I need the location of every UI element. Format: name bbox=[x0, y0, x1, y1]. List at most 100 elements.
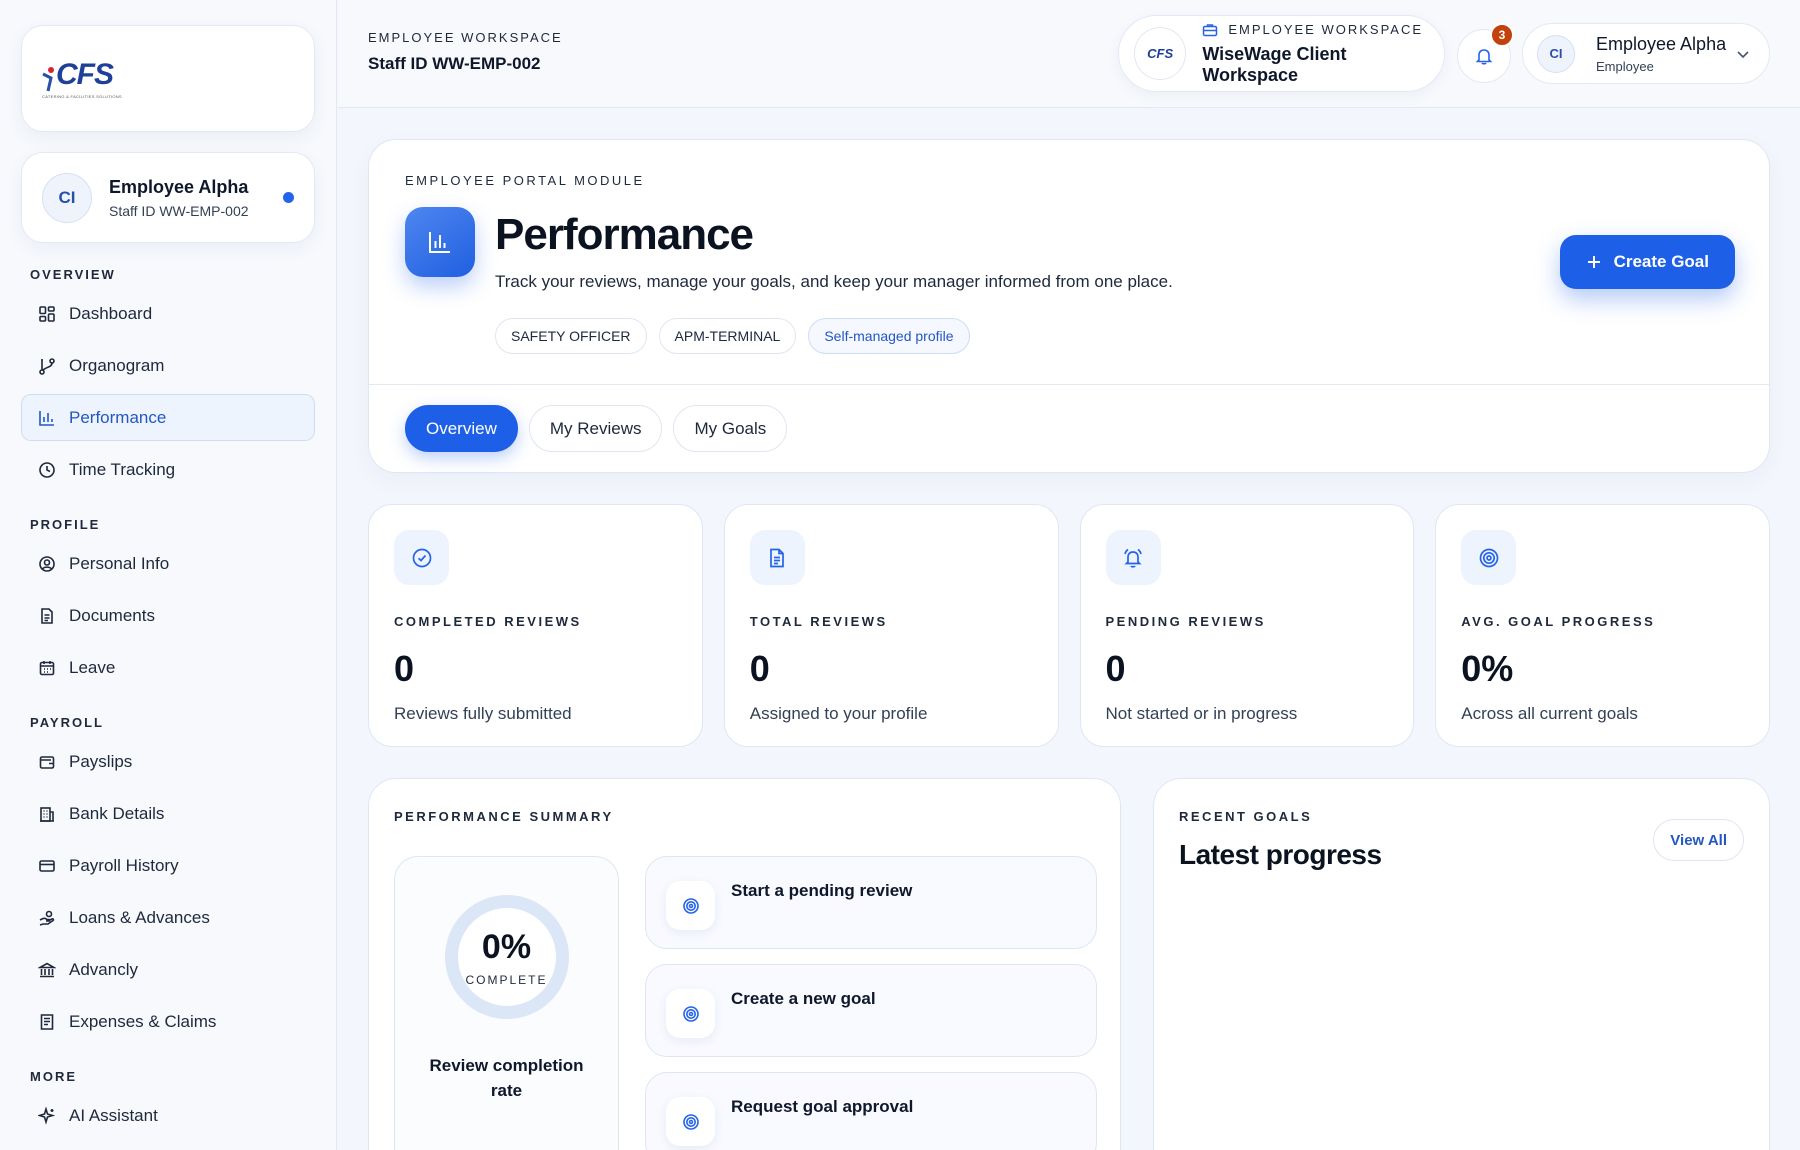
bell-icon bbox=[1475, 49, 1493, 65]
recent-goals-card: RECENT GOALS Latest progress View All bbox=[1153, 778, 1770, 1150]
calendar-icon bbox=[37, 658, 57, 678]
workspace-eyebrow: EMPLOYEE WORKSPACE bbox=[1228, 22, 1424, 37]
section-label-overview: OVERVIEW bbox=[30, 267, 116, 282]
topbar-eyebrow: EMPLOYEE WORKSPACE bbox=[368, 30, 563, 45]
action-request-goal-approval[interactable]: Request goal approval bbox=[645, 1072, 1097, 1150]
tab-overview[interactable]: Overview bbox=[405, 405, 518, 452]
sidebar-item-label: Leave bbox=[69, 657, 116, 677]
summary-eyebrow: PERFORMANCE SUMMARY bbox=[394, 809, 614, 824]
stat-description: Reviews fully submitted bbox=[394, 704, 572, 723]
sidebar-item-label: Personal Info bbox=[69, 553, 170, 573]
stat-total-reviews: TOTAL REVIEWS 0 Assigned to your profile bbox=[723, 504, 1059, 747]
sidebar-item-label: Loans & Advances bbox=[69, 907, 210, 927]
sidebar-item-label: Bank Details bbox=[69, 803, 165, 823]
receipt-icon bbox=[37, 1012, 57, 1032]
sidebar-item-leave[interactable]: Leave bbox=[21, 644, 315, 691]
profile-name: Employee Alpha bbox=[109, 176, 249, 197]
stat-description: Across all current goals bbox=[1461, 704, 1638, 723]
sidebar-item-label: Performance bbox=[69, 407, 167, 427]
stat-description: Assigned to your profile bbox=[749, 704, 928, 723]
target-icon bbox=[666, 1097, 715, 1146]
sidebar-item-loans[interactable]: Loans & Advances bbox=[21, 894, 315, 941]
performance-header-card: EMPLOYEE PORTAL MODULE Performance Track… bbox=[368, 139, 1770, 473]
logo-card[interactable]: CFS CATERING & FACILITIES SOLUTIONS bbox=[21, 25, 315, 132]
sidebar-item-advancly[interactable]: Advancly bbox=[21, 946, 315, 993]
completion-ring: 0% COMPLETE bbox=[444, 895, 569, 1019]
online-status-dot bbox=[283, 192, 294, 203]
logo-figure-icon bbox=[42, 67, 54, 92]
sidebar-item-time-tracking[interactable]: Time Tracking bbox=[21, 446, 315, 493]
performance-summary-card: PERFORMANCE SUMMARY 0% COMPLETE Review c… bbox=[368, 778, 1121, 1150]
stat-label: AVG. GOAL PROGRESS bbox=[1461, 614, 1656, 629]
section-label-profile: PROFILE bbox=[30, 517, 101, 532]
target-icon bbox=[1461, 530, 1517, 585]
bar-chart-icon bbox=[405, 207, 475, 277]
tab-my-reviews[interactable]: My Reviews bbox=[528, 405, 663, 452]
sidebar: CFS CATERING & FACILITIES SOLUTIONS CI E… bbox=[0, 0, 337, 1150]
top-bar: EMPLOYEE WORKSPACE Staff ID WW-EMP-002 C… bbox=[338, 0, 1800, 108]
sidebar-item-label: Expenses & Claims bbox=[69, 1011, 217, 1031]
action-start-pending-review[interactable]: Start a pending review bbox=[645, 856, 1097, 949]
document-icon bbox=[37, 606, 57, 626]
user-circle-icon bbox=[37, 554, 57, 574]
sparkles-icon bbox=[37, 1106, 57, 1126]
role-chip: SAFETY OFFICER bbox=[495, 318, 647, 354]
sidebar-item-dashboard[interactable]: Dashboard bbox=[21, 290, 315, 337]
stat-avg-goal-progress: AVG. GOAL PROGRESS 0% Across all current… bbox=[1435, 504, 1770, 747]
sidebar-item-payroll-history[interactable]: Payroll History bbox=[21, 842, 315, 889]
view-all-button[interactable]: View All bbox=[1653, 819, 1744, 861]
sidebar-item-personal-info[interactable]: Personal Info bbox=[21, 540, 315, 587]
create-goal-button[interactable]: Create Goal bbox=[1559, 235, 1735, 289]
target-icon bbox=[666, 989, 715, 1038]
stat-value: 0 bbox=[1105, 648, 1126, 689]
sidebar-item-expenses[interactable]: Expenses & Claims bbox=[21, 998, 315, 1045]
stat-completed-reviews: COMPLETED REVIEWS 0 Reviews fully submit… bbox=[368, 504, 703, 747]
notification-count-badge: 3 bbox=[1490, 23, 1514, 47]
user-role: Employee bbox=[1596, 58, 1654, 74]
module-eyebrow: EMPLOYEE PORTAL MODULE bbox=[405, 173, 645, 188]
bar-chart-icon bbox=[37, 408, 57, 428]
sidebar-item-payslips[interactable]: Payslips bbox=[21, 738, 315, 785]
performance-tabs: Overview My Reviews My Goals bbox=[405, 405, 788, 452]
workspace-switcher[interactable]: CFS EMPLOYEE WORKSPACE WiseWage Client W… bbox=[1118, 15, 1445, 92]
completion-rate-caption: COMPLETE bbox=[465, 972, 548, 987]
stat-description: Not started or in progress bbox=[1105, 704, 1298, 723]
hand-coins-icon bbox=[37, 908, 57, 928]
avatar: CI bbox=[42, 172, 92, 223]
bank-icon bbox=[37, 960, 57, 980]
topbar-staff-id: Staff ID WW-EMP-002 bbox=[368, 54, 541, 73]
user-name: Employee Alpha bbox=[1596, 33, 1727, 54]
user-menu[interactable]: CI Employee Alpha Employee bbox=[1522, 23, 1770, 84]
company-logo: CFS CATERING & FACILITIES SOLUTIONS bbox=[42, 58, 122, 99]
quick-actions: Start a pending review Create a new goal… bbox=[645, 856, 1097, 1150]
chevron-down-icon bbox=[1737, 50, 1749, 58]
sidebar-item-organogram[interactable]: Organogram bbox=[21, 342, 315, 389]
profile-staff-id: Staff ID WW-EMP-002 bbox=[109, 202, 249, 219]
dashboard-grid-icon bbox=[37, 304, 57, 324]
section-label-more: MORE bbox=[30, 1069, 77, 1084]
tab-my-goals[interactable]: My Goals bbox=[673, 405, 788, 452]
completion-rate-card: 0% COMPLETE Review completion rate bbox=[394, 856, 619, 1150]
action-title: Create a new goal bbox=[731, 989, 876, 1008]
sidebar-item-performance[interactable]: Performance bbox=[21, 394, 315, 441]
stat-label: PENDING REVIEWS bbox=[1105, 614, 1266, 629]
sidebar-profile-card[interactable]: CI Employee Alpha Staff ID WW-EMP-002 bbox=[21, 152, 315, 243]
completion-rate-value: 0% bbox=[481, 927, 532, 966]
briefcase-icon bbox=[1202, 22, 1218, 38]
workspace-name: WiseWage Client Workspace bbox=[1202, 43, 1347, 85]
action-title: Request goal approval bbox=[731, 1097, 914, 1116]
target-icon bbox=[666, 881, 715, 930]
sidebar-item-label: Organogram bbox=[69, 355, 165, 375]
sidebar-item-label: Time Tracking bbox=[69, 459, 176, 479]
page-description: Track your reviews, manage your goals, a… bbox=[495, 272, 1173, 291]
sidebar-item-bank-details[interactable]: Bank Details bbox=[21, 790, 315, 837]
notifications-button[interactable]: 3 bbox=[1457, 23, 1514, 83]
sidebar-item-ai-assistant[interactable]: AI Assistant bbox=[21, 1092, 315, 1139]
completion-rate-label: Review completion rate bbox=[429, 1056, 584, 1100]
sidebar-item-label: Payroll History bbox=[69, 855, 179, 875]
action-create-new-goal[interactable]: Create a new goal bbox=[645, 964, 1097, 1057]
git-branch-icon bbox=[37, 356, 57, 376]
sidebar-item-label: Advancly bbox=[69, 959, 138, 979]
clock-icon bbox=[37, 460, 57, 480]
sidebar-item-documents[interactable]: Documents bbox=[21, 592, 315, 639]
